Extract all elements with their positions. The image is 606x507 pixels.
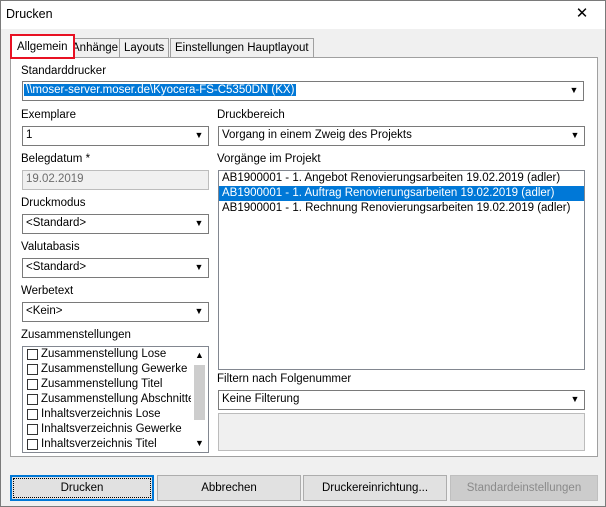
chevron-down-icon: ▼ xyxy=(570,130,580,140)
close-button[interactable]: ✕ xyxy=(559,1,605,29)
standardeinstellungen-label: Standardeinstellungen xyxy=(466,482,582,494)
werbetext-value: <Kein> xyxy=(26,305,63,317)
checkbox[interactable] xyxy=(27,394,38,405)
checklist-item-label: Inhaltsverzeichnis Gewerke xyxy=(41,423,182,435)
vorgaenge-list[interactable]: AB1900001 - 1. Angebot Renovierungsarbei… xyxy=(218,170,585,370)
standarddrucker-value: \\moser-server.moser.de\Kyocera-FS-C5350… xyxy=(22,83,298,97)
belegdatum-label: Belegdatum * xyxy=(21,153,91,165)
chevron-down-icon: ▼ xyxy=(570,394,580,404)
tab-anhaenge[interactable]: Anhänge xyxy=(67,38,124,58)
exemplare-select[interactable]: 1 ▼ xyxy=(22,126,209,146)
filter-input xyxy=(218,413,585,451)
werbetext-select[interactable]: <Kein> ▼ xyxy=(22,302,209,322)
standarddrucker-label: Standarddrucker xyxy=(21,65,107,77)
checklist-item[interactable]: Zusammenstellung Abschnitte xyxy=(23,392,208,407)
checkbox[interactable] xyxy=(27,364,38,375)
druckmodus-label: Druckmodus xyxy=(21,197,86,209)
druckmodus-value: <Standard> xyxy=(26,217,87,229)
checklist-item[interactable]: Inhaltsverzeichnis Lose xyxy=(23,407,208,422)
druckereinrichtung-label: Druckereinrichtung... xyxy=(321,482,429,494)
tab-label: Einstellungen Hauptlayout xyxy=(175,42,309,54)
window-title: Drucken xyxy=(6,7,53,21)
werbetext-label: Werbetext xyxy=(21,285,74,297)
drucken-label: Drucken xyxy=(60,482,104,494)
checklist-item-label: Zusammenstellung Lose xyxy=(41,348,167,360)
standardeinstellungen-button: Standardeinstellungen xyxy=(450,475,598,501)
checklist-item-label: Zusammenstellung Gewerke xyxy=(41,363,188,375)
checklist-item[interactable]: Inhaltsverzeichnis Gewerke xyxy=(23,422,208,437)
checklist-item-label: Inhaltsverzeichnis Lose xyxy=(41,408,161,420)
tab-label: Anhänge xyxy=(72,42,119,54)
chevron-down-icon: ▼ xyxy=(569,85,579,95)
druckbereich-label: Druckbereich xyxy=(217,109,285,121)
druckereinrichtung-button[interactable]: Druckereinrichtung... xyxy=(303,475,447,501)
print-dialog: Drucken ✕ Allgemein Anhänge Layouts Eins… xyxy=(0,0,606,507)
filter-label: Filtern nach Folgenummer xyxy=(217,373,352,385)
tab-einstellungen-hauptlayout[interactable]: Einstellungen Hauptlayout xyxy=(170,38,314,58)
title-bar: Drucken ✕ xyxy=(1,1,605,29)
belegdatum-value: 19.02.2019 xyxy=(26,173,84,185)
druckbereich-value: Vorgang in einem Zweig des Projekts xyxy=(222,129,412,141)
checklist-item-label: Inhaltsverzeichnis Titel xyxy=(41,438,157,450)
drucken-button[interactable]: Drucken xyxy=(10,475,154,501)
chevron-down-icon: ▼ xyxy=(194,130,204,140)
exemplare-value: 1 xyxy=(26,129,33,141)
valutabasis-select[interactable]: <Standard> ▼ xyxy=(22,258,209,278)
chevron-up-icon[interactable]: ▲ xyxy=(191,347,208,364)
tab-label: Allgemein xyxy=(17,41,68,53)
zusammenstellungen-label: Zusammenstellungen xyxy=(21,329,131,341)
abbrechen-label: Abbrechen xyxy=(201,482,257,494)
chevron-down-icon[interactable]: ▼ xyxy=(191,435,208,452)
tab-allgemein[interactable]: Allgemein xyxy=(10,34,75,59)
checklist-item[interactable]: Zusammenstellung Lose xyxy=(23,347,208,362)
exemplare-label: Exemplare xyxy=(21,109,76,121)
standarddrucker-select[interactable]: \\moser-server.moser.de\Kyocera-FS-C5350… xyxy=(22,81,584,101)
checkbox[interactable] xyxy=(27,379,38,390)
list-item[interactable]: AB1900001 - 1. Rechnung Renovierungsarbe… xyxy=(219,201,584,216)
vorgaenge-label: Vorgänge im Projekt xyxy=(217,153,321,165)
checklist-item[interactable]: Zusammenstellung Gewerke xyxy=(23,362,208,377)
chevron-down-icon: ▼ xyxy=(194,306,204,316)
chevron-down-icon: ▼ xyxy=(194,218,204,228)
tab-label: Layouts xyxy=(124,42,165,54)
valutabasis-label: Valutabasis xyxy=(21,241,80,253)
druckbereich-select[interactable]: Vorgang in einem Zweig des Projekts ▼ xyxy=(218,126,585,146)
tab-panel-allgemein: Standarddrucker \\moser-server.moser.de\… xyxy=(10,57,598,457)
zusammenstellungen-checklist[interactable]: Zusammenstellung Lose Zusammenstellung G… xyxy=(22,346,209,453)
checklist-item[interactable]: Inhaltsverzeichnis Titel xyxy=(23,437,208,452)
druckmodus-select[interactable]: <Standard> ▼ xyxy=(22,214,209,234)
abbrechen-button[interactable]: Abbrechen xyxy=(157,475,301,501)
list-item-selected[interactable]: AB1900001 - 1. Auftrag Renovierungsarbei… xyxy=(219,186,584,201)
valutabasis-value: <Standard> xyxy=(26,261,87,273)
checklist-item[interactable]: Zusammenstellung Titel xyxy=(23,377,208,392)
filter-select[interactable]: Keine Filterung ▼ xyxy=(218,390,585,410)
close-icon: ✕ xyxy=(575,5,589,22)
scrollbar-thumb[interactable] xyxy=(194,365,205,420)
chevron-down-icon: ▼ xyxy=(194,262,204,272)
checklist-item-label: Zusammenstellung Titel xyxy=(41,378,163,390)
checkbox[interactable] xyxy=(27,424,38,435)
checkbox[interactable] xyxy=(27,409,38,420)
checklist-item-label: Zusammenstellung Abschnitte xyxy=(41,393,195,405)
tab-layouts[interactable]: Layouts xyxy=(119,38,170,58)
list-item[interactable]: AB1900001 - 1. Angebot Renovierungsarbei… xyxy=(219,171,584,186)
vertical-scrollbar[interactable]: ▲ ▼ xyxy=(191,347,208,452)
filter-value: Keine Filterung xyxy=(222,393,300,405)
belegdatum-field: 19.02.2019 xyxy=(22,170,209,190)
checkbox[interactable] xyxy=(27,439,38,450)
checkbox[interactable] xyxy=(27,349,38,360)
